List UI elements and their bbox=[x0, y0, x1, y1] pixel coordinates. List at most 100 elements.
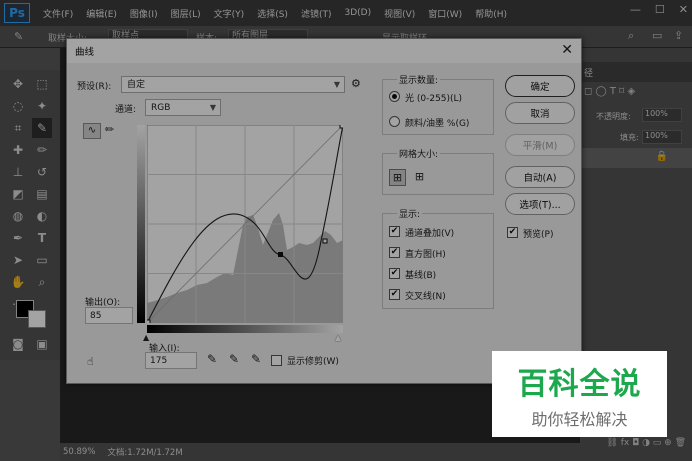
background-color-swatch[interactable] bbox=[28, 310, 46, 328]
document-size: 文档:1.72M/1.72M bbox=[107, 448, 183, 458]
light-radio[interactable] bbox=[389, 91, 400, 102]
menu-help[interactable]: 帮助(H) bbox=[475, 7, 507, 20]
gradient-tool-icon[interactable]: ▤ bbox=[34, 186, 50, 202]
menu-image[interactable]: 图像(I) bbox=[130, 7, 158, 20]
eyedropper-tool-icon[interactable]: ✎ bbox=[32, 118, 52, 138]
crop-tool-icon[interactable]: ⌗ bbox=[10, 120, 26, 136]
lasso-tool-icon[interactable]: ◌ bbox=[10, 98, 26, 114]
layer-row[interactable]: 🔒 bbox=[580, 148, 692, 168]
display-amount-title: 显示数量: bbox=[397, 73, 441, 86]
eraser-tool-icon[interactable]: ◩ bbox=[10, 186, 26, 202]
auto-button[interactable]: 自动(A) bbox=[505, 166, 575, 188]
simple-grid-icon[interactable]: ⊞ bbox=[389, 169, 406, 186]
white-point-slider-icon[interactable]: ▲ bbox=[335, 333, 341, 342]
type-tool-icon[interactable]: T bbox=[34, 230, 50, 246]
preset-select[interactable]: 自定 ▼ bbox=[121, 76, 345, 93]
input-field[interactable]: 175 bbox=[145, 352, 197, 369]
brush-tool-icon[interactable]: ✏ bbox=[34, 142, 50, 158]
share-icon[interactable]: ⇪ bbox=[674, 29, 683, 42]
channel-overlay-label: 通道叠加(V) bbox=[405, 229, 455, 239]
output-field[interactable]: 85 bbox=[85, 307, 133, 324]
fill-field[interactable]: 100% bbox=[642, 130, 682, 144]
preset-label: 预设(R): bbox=[77, 82, 112, 92]
layer-filter-icons: ◻ ◯ T ⌑ ◈ bbox=[584, 86, 636, 97]
preview-checkbox[interactable]: ✔ bbox=[507, 227, 518, 238]
intersection-label: 交叉线(N) bbox=[405, 292, 446, 302]
baseline-checkbox[interactable]: ✔ bbox=[389, 268, 400, 279]
menu-edit[interactable]: 编辑(E) bbox=[86, 7, 117, 20]
curve-point-active[interactable] bbox=[278, 252, 283, 257]
curve-point[interactable] bbox=[322, 238, 328, 244]
menu-layer[interactable]: 图层(L) bbox=[171, 7, 201, 20]
histogram-label: 直方图(H) bbox=[405, 250, 446, 260]
dialog-titlebar: 曲线 ✕ bbox=[67, 39, 581, 63]
options-button[interactable]: 选项(T)... bbox=[505, 193, 575, 215]
move-tool-icon[interactable]: ✥ bbox=[10, 76, 26, 92]
close-window-button[interactable]: ✕ bbox=[679, 3, 688, 16]
minimize-button[interactable]: — bbox=[630, 3, 641, 16]
ok-button[interactable]: 确定 bbox=[505, 75, 575, 97]
hand-tool-icon[interactable]: ✋ bbox=[10, 274, 26, 290]
light-radio-label: 光 (0-255)(L) bbox=[405, 94, 463, 104]
lock-icon: 🔒 bbox=[655, 151, 668, 162]
menu-window[interactable]: 窗口(W) bbox=[428, 7, 462, 20]
pigment-radio[interactable] bbox=[389, 116, 400, 127]
menu-view[interactable]: 视图(V) bbox=[384, 7, 415, 20]
curve-point[interactable] bbox=[147, 319, 151, 323]
status-bar: 50.89% 文档:1.72M/1.72M bbox=[60, 443, 580, 461]
curve-point[interactable] bbox=[339, 125, 343, 129]
photoshop-logo: Ps bbox=[4, 3, 30, 23]
paths-tab[interactable]: 径 bbox=[580, 62, 692, 82]
quick-mask-icon[interactable]: ◙ bbox=[10, 336, 26, 352]
gray-eyedropper-icon[interactable]: ✎ bbox=[229, 352, 239, 366]
rectangle-tool-icon[interactable]: ▭ bbox=[34, 252, 50, 268]
on-image-adjust-icon[interactable]: ☝ bbox=[87, 355, 94, 368]
search-icon[interactable]: ⌕ bbox=[628, 29, 634, 43]
channel-select[interactable]: RGB ▼ bbox=[145, 99, 221, 116]
menu-type[interactable]: 文字(Y) bbox=[214, 7, 245, 20]
pencil-draw-icon[interactable]: ✏ bbox=[105, 123, 114, 136]
smooth-button[interactable]: 平滑(M) bbox=[505, 134, 575, 156]
eyedropper-icon: ✎ bbox=[14, 30, 24, 43]
detailed-grid-icon[interactable]: ⊞ bbox=[411, 169, 428, 186]
history-brush-icon[interactable]: ↺ bbox=[34, 164, 50, 180]
black-eyedropper-icon[interactable]: ✎ bbox=[207, 352, 217, 366]
menu-filter[interactable]: 滤镜(T) bbox=[301, 7, 332, 20]
curve-graph[interactable] bbox=[147, 125, 343, 323]
magic-wand-icon[interactable]: ✦ bbox=[34, 98, 50, 114]
tools-panel: ✥ ⬚ ◌ ✦ ⌗ ✎ ✚ ✏ ⊥ ↺ ◩ ▤ ◍ ◐ ✒ T ➤ ▭ ✋ ⌕ … bbox=[0, 70, 60, 360]
marquee-tool-icon[interactable]: ⬚ bbox=[34, 76, 50, 92]
layer-footer-icons: ⛓ fx ◘ ◑ ▭ ⊕ 🗑 bbox=[606, 438, 686, 448]
preset-gear-icon[interactable]: ⚙ bbox=[351, 77, 361, 90]
zoom-tool-icon[interactable]: ⌕ bbox=[34, 274, 50, 290]
menu-3d[interactable]: 3D(D) bbox=[344, 8, 371, 18]
opacity-label: 不透明度: bbox=[596, 112, 631, 121]
dodge-tool-icon[interactable]: ◐ bbox=[34, 208, 50, 224]
white-eyedropper-icon[interactable]: ✎ bbox=[251, 352, 261, 366]
workspace-icon[interactable]: ▭ bbox=[652, 29, 662, 42]
maximize-button[interactable]: ☐ bbox=[655, 3, 665, 16]
dialog-close-icon[interactable]: ✕ bbox=[561, 42, 573, 58]
intersection-checkbox[interactable]: ✔ bbox=[389, 289, 400, 300]
paths-tab-label: 径 bbox=[584, 69, 594, 79]
opacity-field[interactable]: 100% bbox=[642, 108, 682, 122]
blur-tool-icon[interactable]: ◍ bbox=[10, 208, 26, 224]
cancel-button[interactable]: 取消 bbox=[505, 102, 575, 124]
pen-tool-icon[interactable]: ✒ bbox=[10, 230, 26, 246]
watermark-subtitle: 助你轻松解决 bbox=[531, 410, 628, 429]
show-clipping-checkbox[interactable] bbox=[271, 355, 282, 366]
menu-bar: Ps 文件(F) 编辑(E) 图像(I) 图层(L) 文字(Y) 选择(S) 滤… bbox=[0, 0, 692, 26]
channel-overlay-checkbox[interactable]: ✔ bbox=[389, 226, 400, 237]
screen-mode-icon[interactable]: ▣ bbox=[34, 336, 50, 352]
clone-stamp-icon[interactable]: ⊥ bbox=[10, 164, 26, 180]
menu-file[interactable]: 文件(F) bbox=[43, 7, 73, 20]
histogram-checkbox[interactable]: ✔ bbox=[389, 247, 400, 258]
healing-brush-icon[interactable]: ✚ bbox=[10, 142, 26, 158]
zoom-level[interactable]: 50.89% bbox=[63, 447, 95, 457]
curve-point-mode-icon[interactable]: ∿ bbox=[83, 123, 101, 139]
path-select-icon[interactable]: ➤ bbox=[10, 252, 26, 268]
show-title: 显示: bbox=[397, 207, 423, 220]
chevron-down-icon: ▼ bbox=[209, 103, 216, 112]
watermark: 百科全说 助你轻松解决 bbox=[492, 351, 667, 437]
menu-select[interactable]: 选择(S) bbox=[257, 7, 288, 20]
